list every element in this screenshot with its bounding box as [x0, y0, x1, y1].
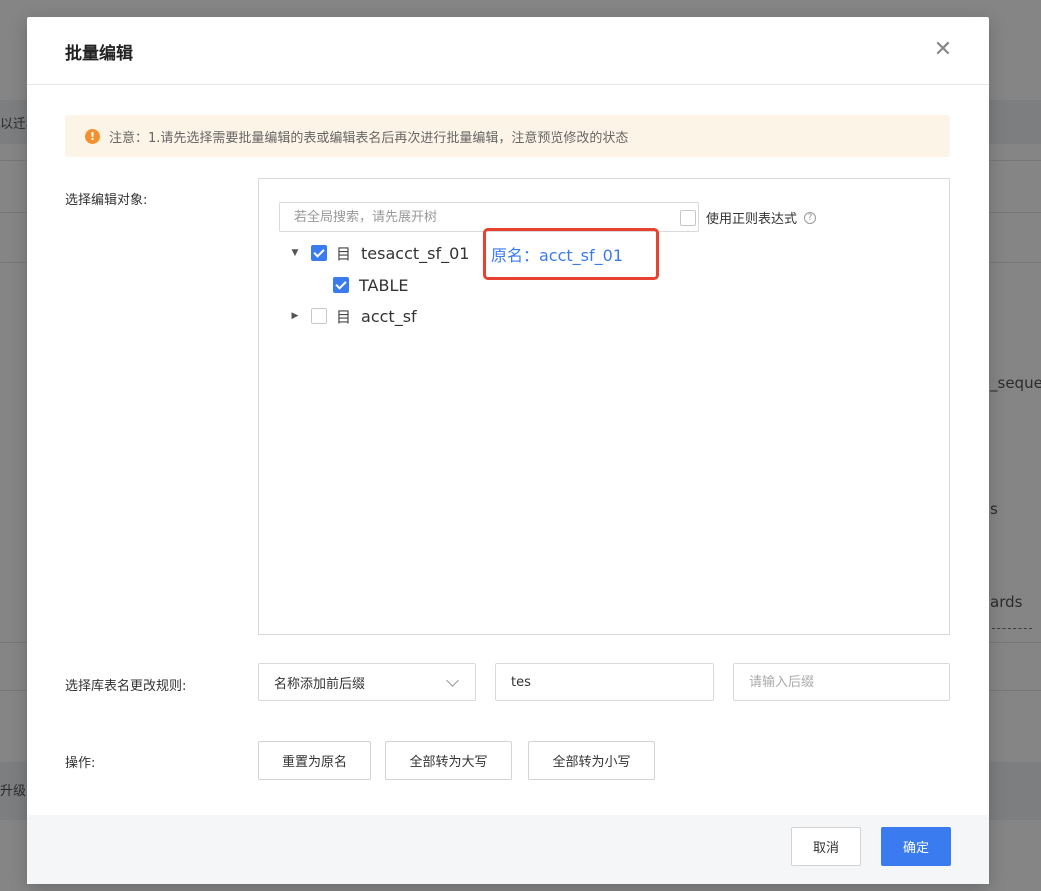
reset-name-button[interactable]: 重置为原名 [258, 741, 371, 780]
node-label: acct_sf [361, 306, 417, 326]
regex-checkbox[interactable] [680, 209, 696, 226]
node-checkbox[interactable] [311, 245, 327, 261]
batch-edit-dialog: 批量编辑 ✕ ! 注意：1.请先选择需要批量编辑的表或编辑表名后再次进行批量编辑… [27, 17, 989, 884]
original-name-text: 原名：acct_sf_01 [491, 246, 624, 265]
select-target-label: 选择编辑对象: [65, 193, 148, 208]
chevron-down-icon [446, 674, 459, 687]
caret-down-icon[interactable]: ▼ [289, 248, 301, 258]
prefix-input[interactable] [495, 663, 714, 701]
database-icon: 目 [336, 307, 352, 326]
node-checkbox[interactable] [333, 277, 349, 293]
dialog-footer: 取消 确定 [27, 815, 989, 884]
uppercase-button[interactable]: 全部转为大写 [385, 741, 512, 780]
rename-rule-label: 选择库表名更改规则: [65, 679, 187, 694]
node-label: tesacct_sf_01 [361, 243, 470, 263]
regex-label: 使用正则表达式 [706, 212, 798, 227]
caret-right-icon[interactable]: ▶ [289, 311, 301, 321]
confirm-button[interactable]: 确定 [881, 827, 951, 866]
notice-banner: ! 注意：1.请先选择需要批量编辑的表或编辑表名后再次进行批量编辑，注意预览修改… [65, 115, 950, 157]
dialog-title: 批量编辑 [65, 44, 133, 64]
rename-rule-value: 名称添加前后缀 [274, 676, 366, 692]
rename-rule-select[interactable]: 名称添加前后缀 [258, 663, 476, 701]
original-name-highlight: 原名：acct_sf_01 [483, 228, 659, 280]
tree-node-child[interactable]: TABLE [333, 273, 408, 297]
suffix-input[interactable] [733, 663, 950, 701]
notice-text: 注意：1.请先选择需要批量编辑的表或编辑表名后再次进行批量编辑，注意预览修改的状… [109, 130, 629, 146]
operations-label: 操作: [65, 756, 96, 771]
database-icon: 目 [336, 244, 352, 263]
cancel-button[interactable]: 取消 [791, 827, 861, 866]
tree-panel: 使用正则表达式 ? ▼ 目 tesacct_sf_01 原名：acct_sf_0… [258, 178, 950, 635]
tree-node[interactable]: ▼ 目 tesacct_sf_01 [289, 241, 470, 265]
dialog-header: 批量编辑 ✕ [27, 17, 989, 85]
tree-node[interactable]: ▶ 目 acct_sf [289, 304, 417, 328]
warning-icon: ! [85, 128, 100, 144]
node-label: TABLE [359, 275, 409, 295]
node-checkbox[interactable] [311, 308, 327, 324]
help-icon[interactable]: ? [804, 211, 817, 224]
close-icon[interactable]: ✕ [931, 39, 955, 63]
regex-toggle[interactable]: 使用正则表达式 ? [680, 208, 817, 227]
lowercase-button[interactable]: 全部转为小写 [528, 741, 655, 780]
